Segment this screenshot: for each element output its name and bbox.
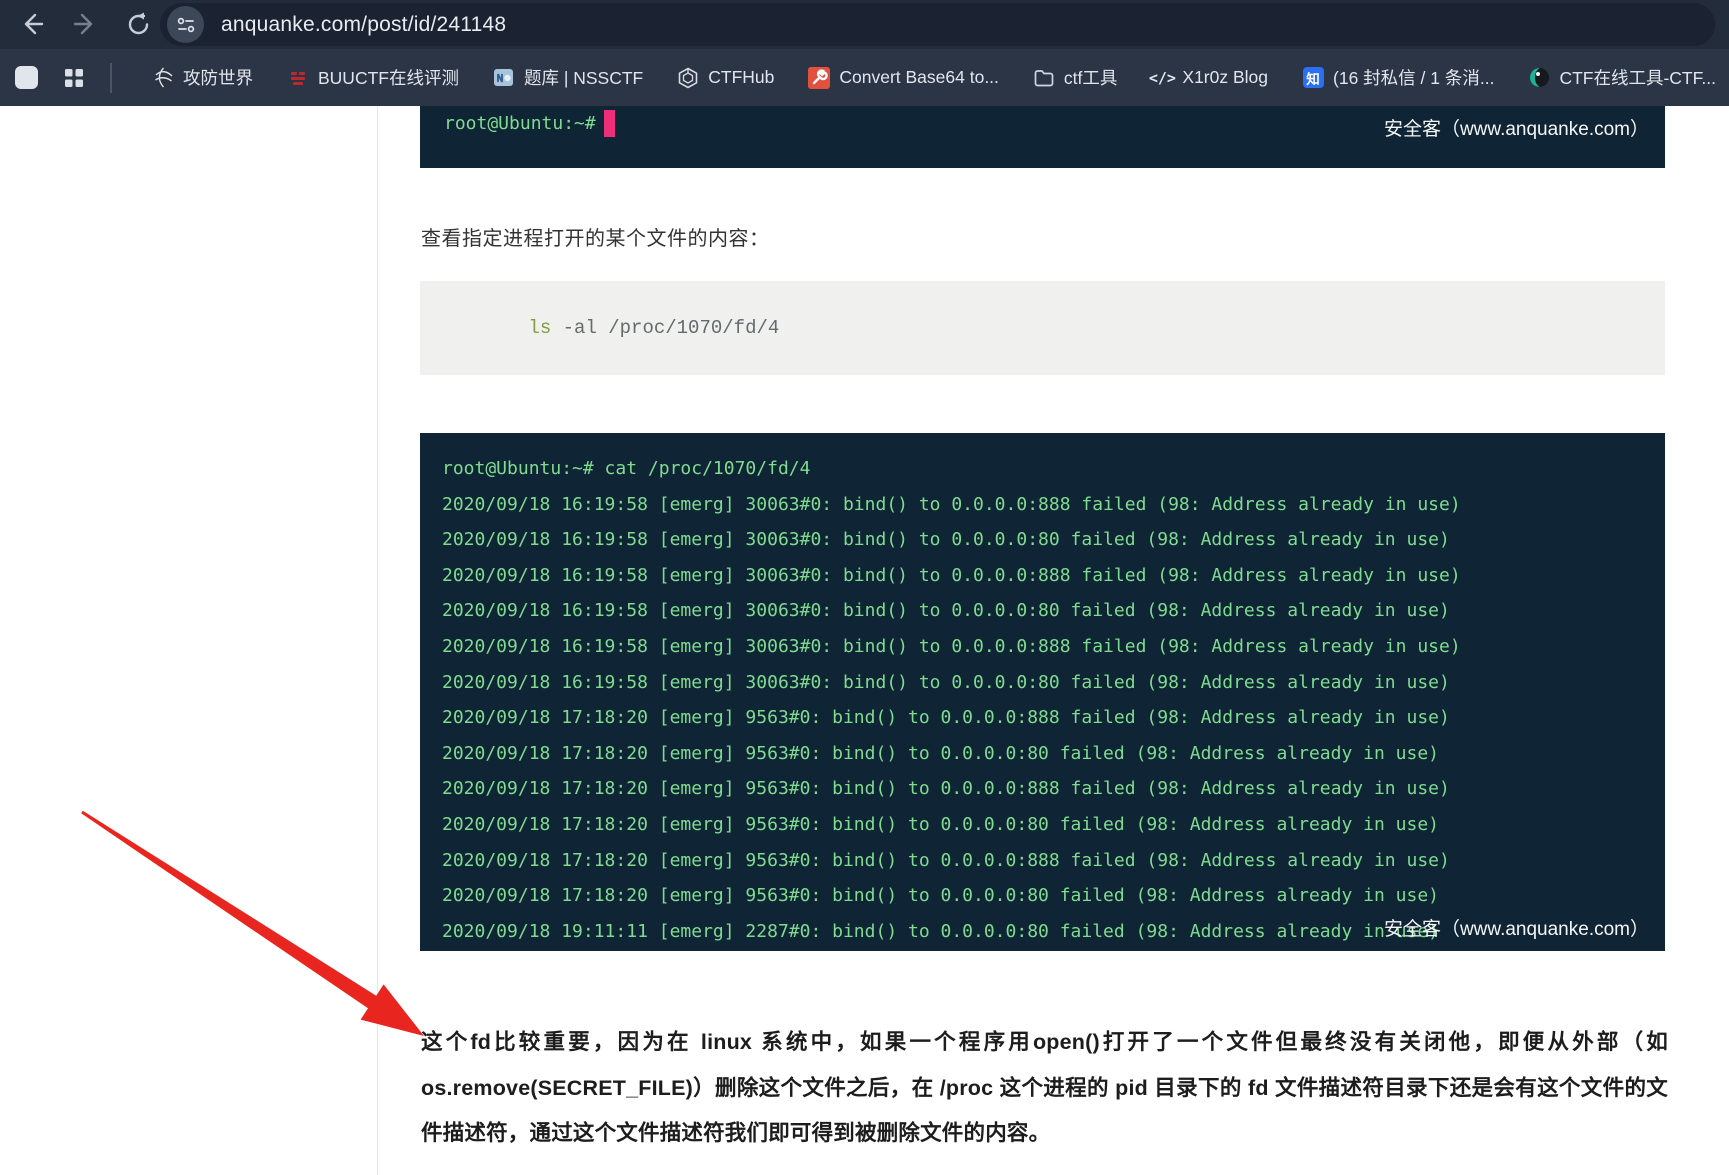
forward-button[interactable] xyxy=(69,8,101,40)
bookmark-label: ctf工具 xyxy=(1063,68,1118,88)
bold-paragraph: 这个fd比较重要，因为在 linux 系统中，如果一个程序用open()打开了一… xyxy=(421,1030,1668,1145)
bookmark-item-folder[interactable]: ctf工具 xyxy=(1033,65,1117,90)
code-block: ls -al /proc/1070/fd/4 xyxy=(420,281,1665,375)
bookmark-label: 题库 | NSSCTF xyxy=(523,68,644,88)
page-content: root@Ubuntu:~# 安全客（www.anquanke.com） 查看指… xyxy=(0,106,1729,1175)
terminal-log-line: 2020/09/18 16:19:58 [emerg] 30063#0: bin… xyxy=(442,564,1461,586)
tracking-protection-icon xyxy=(177,17,194,32)
terminal-cursor xyxy=(603,110,615,137)
terminal-log-line: 2020/09/18 16:19:58 [emerg] 30063#0: bin… xyxy=(442,493,1461,515)
terminal-prompt: root@Ubuntu:~# xyxy=(444,113,596,134)
folder-icon xyxy=(1034,69,1054,86)
terminal-log-line: 2020/09/18 17:18:20 [emerg] 9563#0: bind… xyxy=(442,813,1439,835)
bookmark-label: (16 封私信 / 1 条消... xyxy=(1333,68,1495,88)
bookmark-label: BUUCTF在线评测 xyxy=(318,68,459,88)
terminal-log-line: 2020/09/18 17:18:20 [emerg] 9563#0: bind… xyxy=(442,849,1450,871)
side-panel-icon[interactable] xyxy=(15,66,38,89)
terminal-log-line: 2020/09/18 16:19:58 [emerg] 30063#0: bin… xyxy=(442,671,1450,693)
apps-grid-icon[interactable] xyxy=(62,66,86,90)
terminal-log-line: 2020/09/18 17:18:20 [emerg] 9563#0: bind… xyxy=(442,778,1450,800)
bookmark-label: CTF在线工具-CTF... xyxy=(1559,68,1716,88)
content-left-divider xyxy=(377,106,378,1175)
back-arrow-icon xyxy=(24,13,44,35)
bookmark-item-nssctf[interactable]: 题库 | NSSCTF xyxy=(493,65,643,90)
reload-button[interactable] xyxy=(122,8,154,40)
zhihu-icon: 知 xyxy=(1302,67,1324,88)
terminal-log-line: 2020/09/18 17:18:20 [emerg] 9563#0: bind… xyxy=(442,885,1439,907)
bookmark-list: 攻防世界 BUUCTF在线评测 题库 | NSSCTF CTFHub Convert B… xyxy=(152,65,1716,90)
terminal-log-line: 2020/09/18 17:18:20 [emerg] 9563#0: bind… xyxy=(442,707,1450,729)
code-rest: -al /proc/1070/fd/4 xyxy=(551,317,780,339)
forward-arrow-icon xyxy=(73,13,93,35)
bookmarks-bar: 攻防世界 BUUCTF在线评测 题库 | NSSCTF CTFHub Convert B… xyxy=(0,49,1729,133)
bookmark-label: CTFHub xyxy=(708,67,775,87)
buuctf-logo-icon xyxy=(291,71,305,85)
site-info-button[interactable] xyxy=(167,6,204,43)
moon-badge-icon xyxy=(1529,68,1549,87)
reload-icon xyxy=(128,12,148,34)
nssctf-logo-icon xyxy=(494,69,514,86)
code-keyword: ls xyxy=(528,317,552,339)
bookmark-label: Convert Base64 to... xyxy=(839,67,999,87)
watermark-text: 安全客（www.anquanke.com） xyxy=(1383,919,1649,940)
wrench-badge-icon xyxy=(808,66,831,89)
globe-icon xyxy=(153,67,173,88)
terminal-screenshot-top: root@Ubuntu:~# 安全客（www.anquanke.com） xyxy=(420,106,1665,168)
bookmark-label: 攻防世界 xyxy=(183,68,253,88)
bookmark-item-ctfhub[interactable]: CTFHub xyxy=(677,67,774,89)
terminal-log-line: 2020/09/18 16:19:58 [emerg] 30063#0: bin… xyxy=(442,529,1450,551)
terminal-command-line: root@Ubuntu:~# cat /proc/1070/fd/4 xyxy=(442,458,811,479)
bookmark-item-moon[interactable]: CTF在线工具-CTF... xyxy=(1528,65,1716,90)
watermark-text: 安全客（www.anquanke.com） xyxy=(1383,119,1649,140)
browser-toolbar: anquanke.com/post/id/241148 xyxy=(0,0,1729,49)
ctfhub-logo-icon xyxy=(678,67,698,88)
terminal-log-line: 2020/09/18 16:19:58 [emerg] 30063#0: bin… xyxy=(442,600,1450,622)
bookmark-item-globe[interactable]: 攻防世界 xyxy=(152,65,253,90)
back-button[interactable] xyxy=(16,8,48,40)
url-bar[interactable]: anquanke.com/post/id/241148 xyxy=(160,3,1715,46)
code-brackets-icon: </> xyxy=(1148,68,1176,87)
bookmark-label: X1r0z Blog xyxy=(1182,67,1269,87)
bookmarks-divider xyxy=(110,62,112,93)
bookmark-item-zhihu[interactable]: 知 (16 封私信 / 1 条消... xyxy=(1302,65,1494,90)
intro-paragraph: 查看指定进程打开的某个文件的内容： xyxy=(421,228,770,250)
bookmark-item-wrench[interactable]: Convert Base64 to... xyxy=(808,66,999,89)
url-text[interactable]: anquanke.com/post/id/241148 xyxy=(221,13,506,37)
bookmark-item-code[interactable]: </> X1r0z Blog xyxy=(1148,67,1269,89)
terminal-screenshot-main: root@Ubuntu:~# cat /proc/1070/fd/4 2020/… xyxy=(420,433,1665,951)
terminal-log-line: 2020/09/18 16:19:58 [emerg] 30063#0: bin… xyxy=(442,635,1461,657)
terminal-log: 2020/09/18 16:19:58 [emerg] 30063#0: bin… xyxy=(442,487,1665,950)
terminal-log-line: 2020/09/18 17:18:20 [emerg] 9563#0: bind… xyxy=(442,742,1439,764)
bookmark-item-buuctf[interactable]: BUUCTF在线评测 xyxy=(287,65,459,90)
